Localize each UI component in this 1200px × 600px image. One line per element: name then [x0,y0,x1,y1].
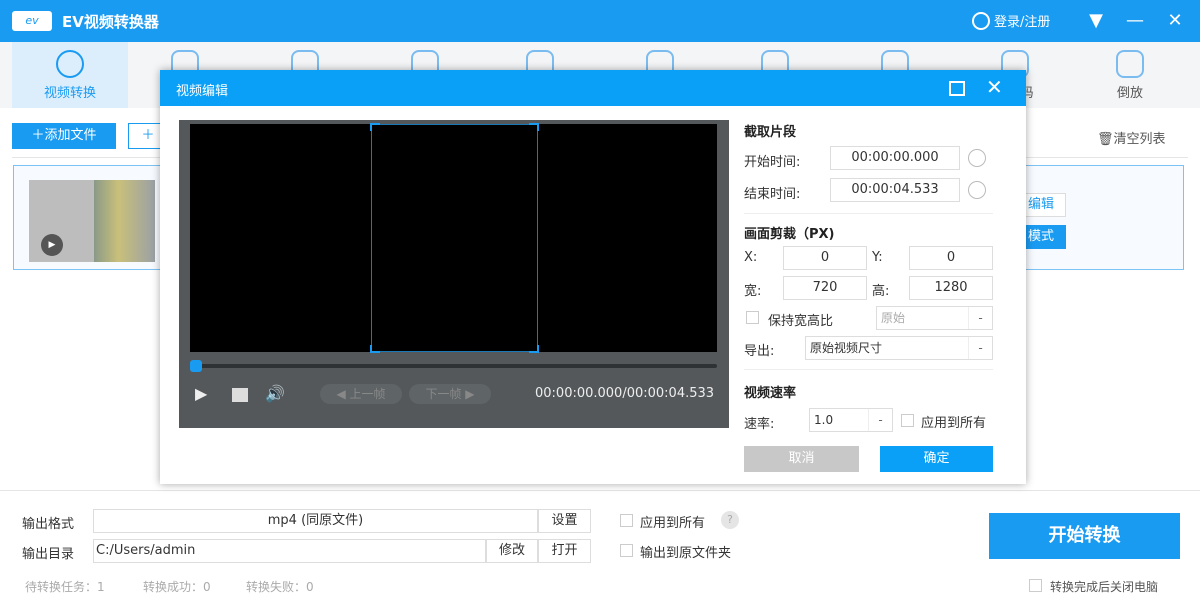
pending-count: 待转换任务：1 [25,580,105,594]
dropdown-arrow-icon: - [968,307,992,329]
apply-all-checkbox[interactable] [620,514,633,527]
stop-icon[interactable] [232,388,248,402]
crop-handle[interactable] [529,345,539,353]
x-label: X: [744,250,758,265]
dropdown-arrow-icon: - [868,409,892,431]
ok-button[interactable]: 确定 [880,446,993,472]
speed-label: 速率: [744,417,775,432]
crop-handle[interactable] [370,123,380,131]
seek-bar[interactable] [190,360,717,372]
end-time-label: 结束时间: [744,187,801,202]
divider [744,369,993,370]
speed-value: 1.0 [814,413,834,427]
apply-all-label: 应用到所有 [640,516,706,531]
speed-apply-all-checkbox[interactable] [901,414,914,427]
close-button[interactable]: ✕ [1162,8,1188,34]
crop-frame[interactable] [370,123,539,353]
ratio-value: 原始 [881,311,906,325]
app-logo: ev [12,11,52,31]
keep-ratio-checkbox[interactable] [746,311,759,324]
crop-height-input[interactable]: 1280 [909,276,993,300]
help-icon[interactable]: ? [721,511,739,529]
clock-icon[interactable] [968,181,986,199]
height-label: 高: [872,284,890,299]
output-dir-field[interactable]: C:/Users/admin [93,539,486,563]
failed-count: 转换失败：0 [246,580,314,594]
keep-ratio-label: 保持宽高比 [768,314,834,329]
clear-list-label: 清空列表 [1113,132,1166,147]
volume-icon[interactable]: 🔊 [265,384,285,403]
video-preview [190,123,717,353]
dialog-close-icon[interactable]: ✕ [986,75,1003,99]
export-label: 导出: [744,344,775,359]
to-source-checkbox[interactable] [620,544,633,557]
end-time-input[interactable]: 00:00:04.533 [830,178,960,202]
crop-handle[interactable] [529,123,539,131]
clear-list-button[interactable]: 🗑清空列表 [1097,128,1166,147]
tool-label: 视频转换 [43,86,96,101]
y-label: Y: [872,250,883,265]
reverse-icon [1116,50,1144,78]
user-icon [972,11,990,30]
play-icon[interactable]: ▶ [41,234,63,256]
video-edit-dialog: 视频编辑 ✕ ▶ 🔊 ◀ 上一帧 下一帧 ▶ 00:00:00.000/00:0… [160,70,1026,484]
settings-button[interactable]: 设置 [538,509,591,533]
modify-button[interactable]: 修改 [486,539,538,563]
play-icon[interactable]: ▶ [195,384,207,403]
minimize-button[interactable]: — [1122,8,1148,34]
speed-apply-all-label: 应用到所有 [921,416,987,431]
thumbnail-image [94,180,155,262]
start-convert-button[interactable]: 开始转换 [989,513,1180,559]
dir-label: 输出目录 [22,547,75,562]
crop-width-input[interactable]: 720 [783,276,867,300]
crop-x-input[interactable]: 0 [783,246,867,270]
prev-frame-label: 上一帧 [349,387,386,401]
tool-label: 倒放 [1116,86,1143,101]
dropdown-arrow-icon: - [968,337,992,359]
speed-select[interactable]: 1.0 - [809,408,893,432]
ratio-select[interactable]: 原始 - [876,306,993,330]
format-field[interactable]: mp4 (同原文件) [93,509,538,533]
width-label: 宽: [744,284,762,299]
tool-video-convert[interactable]: 视频转换 [12,42,128,108]
add-file-button[interactable]: ＋添加文件 [12,123,116,149]
login-label: 登录/注册 [994,15,1051,30]
login-button[interactable]: 登录/注册 [972,11,1050,30]
app-title: EV视频转换器 [62,13,159,31]
crop-y-input[interactable]: 0 [909,246,993,270]
success-count: 转换成功：0 [143,580,211,594]
maximize-icon[interactable] [949,81,965,96]
bottom-panel: 输出格式 mp4 (同原文件) 设置 应用到所有 ? 输出目录 C:/Users… [0,490,1200,600]
speed-heading: 视频速率 [744,386,797,401]
next-frame-label: 下一帧 [425,387,462,401]
crop-heading: 画面剪裁（PX) [744,227,835,242]
dialog-header: 视频编辑 ✕ [160,70,1026,106]
clock-icon[interactable] [968,149,986,167]
shutdown-label: 转换完成后关闭电脑 [1050,580,1159,594]
video-player: ▶ 🔊 ◀ 上一帧 下一帧 ▶ 00:00:00.000/00:00:04.53… [179,120,729,428]
menu-dropdown-icon[interactable]: ▼ [1083,8,1109,34]
divider [744,213,993,214]
open-button[interactable]: 打开 [538,539,591,563]
export-value: 原始视频尺寸 [810,341,883,355]
tool-reverse[interactable]: 倒放 [1072,42,1188,108]
seek-handle[interactable] [190,360,202,372]
video-thumbnail[interactable]: ▶ [29,180,155,262]
export-select[interactable]: 原始视频尺寸 - [805,336,993,360]
add-file-label: 添加文件 [44,128,97,143]
title-bar: ev EV视频转换器 登录/注册 ▼ — ✕ [0,0,1200,42]
crop-handle[interactable] [370,345,380,353]
convert-icon [56,50,84,78]
start-time-label: 开始时间: [744,155,801,170]
next-frame-button[interactable]: 下一帧 ▶ [409,384,491,404]
cancel-button[interactable]: 取消 [744,446,859,472]
to-source-label: 输出到原文件夹 [640,546,732,561]
timecode: 00:00:00.000/00:00:04.533 [535,386,715,401]
start-time-input[interactable]: 00:00:00.000 [830,146,960,170]
clip-heading: 截取片段 [744,125,797,140]
format-label: 输出格式 [22,517,75,532]
shutdown-checkbox[interactable] [1029,579,1042,592]
prev-frame-button[interactable]: ◀ 上一帧 [320,384,402,404]
dialog-title: 视频编辑 [176,84,229,99]
